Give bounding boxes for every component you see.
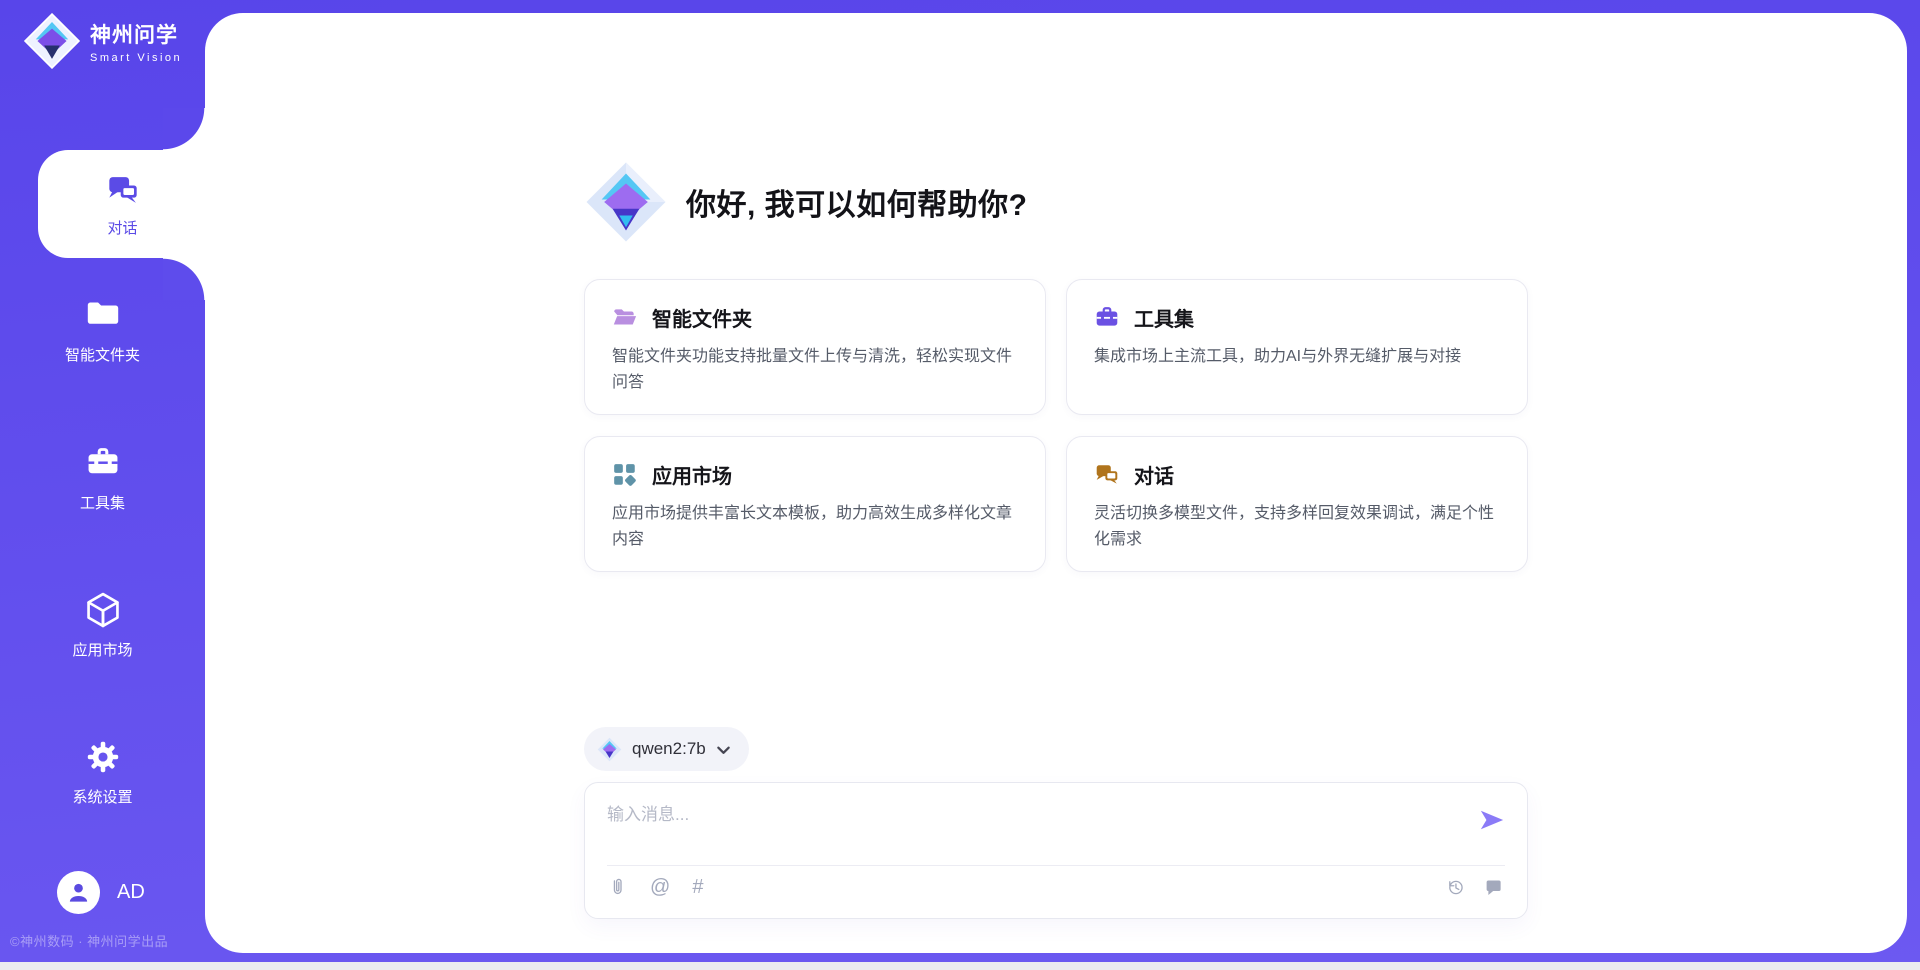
mention-button[interactable]: @ bbox=[650, 877, 670, 897]
cube-icon bbox=[84, 591, 122, 629]
person-icon bbox=[65, 879, 92, 906]
sidebar-item-smart-folder[interactable]: 智能文件夹 bbox=[0, 296, 205, 365]
sidebar-item-label: 工具集 bbox=[80, 492, 125, 513]
sidebar-item-app-market[interactable]: 应用市场 bbox=[0, 591, 205, 660]
mention-icon: @ bbox=[650, 877, 670, 897]
chat-bubble-icon bbox=[1484, 877, 1505, 898]
model-logo-icon bbox=[597, 737, 622, 762]
message-composer: @ # bbox=[584, 782, 1528, 919]
sidebar-item-label: 应用市场 bbox=[72, 639, 132, 660]
send-icon bbox=[1479, 808, 1505, 832]
feature-cards: 智能文件夹 智能文件夹功能支持批量文件上传与清洗，轻松实现文件问答 工具集 集成… bbox=[584, 279, 1528, 572]
card-description: 灵活切换多模型文件，支持多样回复效果调试，满足个性化需求 bbox=[1094, 501, 1500, 552]
history-icon bbox=[1445, 877, 1466, 898]
card-title: 工具集 bbox=[1134, 303, 1194, 332]
send-button[interactable] bbox=[1478, 808, 1506, 834]
greeting-row: 你好, 我可以如何帮助你? bbox=[584, 13, 1528, 244]
sidebar-item-chat[interactable]: 对话 bbox=[38, 150, 207, 258]
copyright-text: ©神州数码 · 神州问学出品 bbox=[10, 931, 168, 950]
bottom-scroll-strip bbox=[0, 962, 1920, 970]
brand-name: 神州问学 bbox=[90, 19, 182, 49]
hash-icon: # bbox=[692, 877, 703, 897]
sidebar-item-label: 对话 bbox=[107, 217, 137, 238]
main-panel: 你好, 我可以如何帮助你? 智能文件夹 智能文件夹功能支持批量文件上传与清洗，轻… bbox=[205, 13, 1907, 953]
card-description: 集成市场上主流工具，助力AI与外界无缝扩展与对接 bbox=[1094, 344, 1500, 370]
brand-subtitle: Smart Vision bbox=[90, 52, 182, 64]
attachment-button[interactable] bbox=[607, 877, 628, 898]
hashtag-button[interactable]: # bbox=[692, 877, 703, 897]
folder-open-icon bbox=[612, 305, 638, 331]
sidebar: 神州问学 Smart Vision 对话 智能文件夹 bbox=[0, 0, 205, 970]
gear-icon bbox=[84, 738, 122, 776]
composer-area: qwen2:7b bbox=[584, 727, 1528, 919]
card-chat[interactable]: 对话 灵活切换多模型文件，支持多样回复效果调试，满足个性化需求 bbox=[1066, 436, 1528, 572]
toolbox-icon bbox=[1094, 305, 1120, 331]
sidebar-item-settings[interactable]: 系统设置 bbox=[0, 738, 205, 807]
sidebar-item-label: 智能文件夹 bbox=[65, 344, 140, 365]
card-toolset[interactable]: 工具集 集成市场上主流工具，助力AI与外界无缝扩展与对接 bbox=[1066, 279, 1528, 415]
user-name: AD bbox=[117, 881, 145, 904]
card-title: 智能文件夹 bbox=[652, 303, 752, 332]
card-title: 应用市场 bbox=[652, 460, 732, 489]
brand-diamond-icon bbox=[584, 160, 668, 244]
card-app-market[interactable]: 应用市场 应用市场提供丰富长文本模板，助力高效生成多样化文章内容 bbox=[584, 436, 1046, 572]
app-grid-icon bbox=[612, 462, 638, 488]
sidebar-item-toolset[interactable]: 工具集 bbox=[0, 444, 205, 513]
card-title: 对话 bbox=[1134, 460, 1174, 489]
chat-history-button[interactable] bbox=[1484, 877, 1505, 898]
card-description: 应用市场提供丰富长文本模板，助力高效生成多样化文章内容 bbox=[612, 501, 1018, 552]
brand: 神州问学 Smart Vision bbox=[24, 13, 182, 69]
card-smart-folder[interactable]: 智能文件夹 智能文件夹功能支持批量文件上传与清洗，轻松实现文件问答 bbox=[584, 279, 1046, 415]
sidebar-item-label: 系统设置 bbox=[72, 786, 132, 807]
model-name: qwen2:7b bbox=[632, 739, 706, 759]
composer-toolbar: @ # bbox=[607, 866, 1505, 908]
paperclip-icon bbox=[607, 877, 628, 898]
folder-icon bbox=[84, 296, 122, 334]
message-input[interactable] bbox=[607, 800, 1435, 856]
greeting-title: 你好, 我可以如何帮助你? bbox=[686, 180, 1028, 224]
chat-icon bbox=[1094, 462, 1120, 488]
brand-diamond-icon bbox=[24, 13, 80, 69]
history-button[interactable] bbox=[1445, 877, 1466, 898]
card-description: 智能文件夹功能支持批量文件上传与清洗，轻松实现文件问答 bbox=[612, 344, 1018, 395]
user-account[interactable]: AD bbox=[57, 871, 145, 914]
chat-icon bbox=[104, 171, 142, 209]
chevron-down-icon bbox=[716, 743, 731, 758]
model-selector[interactable]: qwen2:7b bbox=[584, 727, 749, 771]
avatar bbox=[57, 871, 100, 914]
toolbox-icon bbox=[84, 444, 122, 482]
